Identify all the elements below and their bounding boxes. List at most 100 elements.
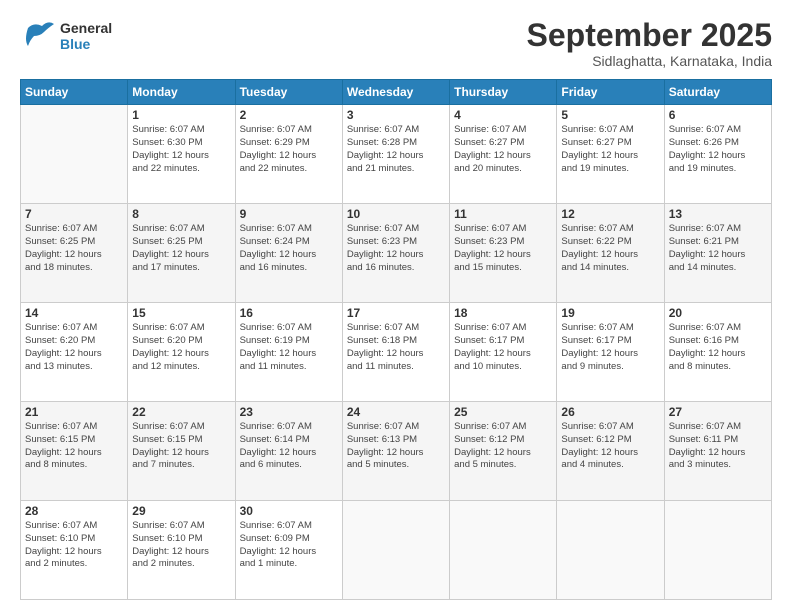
day-number: 25	[454, 405, 552, 419]
day-number: 13	[669, 207, 767, 221]
calendar-cell: 19 Sunrise: 6:07 AM Sunset: 6:17 PM Dayli…	[557, 303, 664, 402]
day-number: 17	[347, 306, 445, 320]
day-info: Sunrise: 6:07 AM Sunset: 6:16 PM Dayligh…	[669, 322, 767, 373]
day-number: 19	[561, 306, 659, 320]
weekday-header-tuesday: Tuesday	[235, 80, 342, 105]
day-number: 2	[240, 108, 338, 122]
day-number: 23	[240, 405, 338, 419]
calendar-cell: 8Sunrise: 6:07 AM Sunset: 6:25 PM Daylig…	[128, 204, 235, 303]
calendar-cell: 17 Sunrise: 6:07 AM Sunset: 6:18 PM Dayli…	[342, 303, 449, 402]
calendar-cell: 18 Sunrise: 6:07 AM Sunset: 6:17 PM Dayli…	[450, 303, 557, 402]
day-number: 22	[132, 405, 230, 419]
day-info: Sunrise: 6:07 AM Sunset: 6:23 PM Dayligh…	[347, 223, 445, 274]
day-info: Sunrise: 6:07 AM Sunset: 6:17 PM Dayligh…	[454, 322, 552, 373]
calendar-cell: 16 Sunrise: 6:07 AM Sunset: 6:19 PM Dayli…	[235, 303, 342, 402]
calendar-cell: 30Sunrise: 6:07 AM Sunset: 6:09 PM Dayli…	[235, 501, 342, 600]
calendar-cell: 21 Sunrise: 6:07 AM Sunset: 6:15 PM Dayli…	[21, 402, 128, 501]
day-info: Sunrise: 6:07 AM Sunset: 6:15 PM Dayligh…	[132, 421, 230, 472]
day-info: Sunrise: 6:07 AM Sunset: 6:24 PM Dayligh…	[240, 223, 338, 274]
day-info: Sunrise: 6:07 AM Sunset: 6:27 PM Dayligh…	[454, 124, 552, 175]
day-number: 27	[669, 405, 767, 419]
calendar-cell: 6Sunrise: 6:07 AM Sunset: 6:26 PM Daylig…	[664, 105, 771, 204]
weekday-header-saturday: Saturday	[664, 80, 771, 105]
day-number: 11	[454, 207, 552, 221]
day-number: 24	[347, 405, 445, 419]
calendar-cell: 15Sunrise: 6:07 AM Sunset: 6:20 PM Dayli…	[128, 303, 235, 402]
day-number: 3	[347, 108, 445, 122]
day-info: Sunrise: 6:07 AM Sunset: 6:25 PM Dayligh…	[25, 223, 123, 274]
day-info: Sunrise: 6:07 AM Sunset: 6:22 PM Dayligh…	[561, 223, 659, 274]
calendar-cell: 20 Sunrise: 6:07 AM Sunset: 6:16 PM Dayli…	[664, 303, 771, 402]
day-number: 10	[347, 207, 445, 221]
header: GeneralBlue September 2025 Sidlaghatta, …	[20, 18, 772, 69]
calendar-cell: 7 Sunrise: 6:07 AM Sunset: 6:25 PM Daylig…	[21, 204, 128, 303]
calendar-cell: 2 Sunrise: 6:07 AM Sunset: 6:29 PM Daylig…	[235, 105, 342, 204]
weekday-header-sunday: Sunday	[21, 80, 128, 105]
day-info: Sunrise: 6:07 AM Sunset: 6:30 PM Dayligh…	[132, 124, 230, 175]
calendar-cell: 9 Sunrise: 6:07 AM Sunset: 6:24 PM Daylig…	[235, 204, 342, 303]
logo-svg	[20, 18, 56, 54]
day-info: Sunrise: 6:07 AM Sunset: 6:20 PM Dayligh…	[132, 322, 230, 373]
calendar-cell: 24 Sunrise: 6:07 AM Sunset: 6:13 PM Dayli…	[342, 402, 449, 501]
calendar-cell	[557, 501, 664, 600]
calendar-cell: 23 Sunrise: 6:07 AM Sunset: 6:14 PM Dayli…	[235, 402, 342, 501]
weekday-header-monday: Monday	[128, 80, 235, 105]
day-number: 12	[561, 207, 659, 221]
day-info: Sunrise: 6:07 AM Sunset: 6:10 PM Dayligh…	[132, 520, 230, 571]
day-info: Sunrise: 6:07 AM Sunset: 6:21 PM Dayligh…	[669, 223, 767, 274]
calendar-cell	[21, 105, 128, 204]
calendar-cell: 13 Sunrise: 6:07 AM Sunset: 6:21 PM Dayli…	[664, 204, 771, 303]
page: GeneralBlue September 2025 Sidlaghatta, …	[0, 0, 792, 612]
location: Sidlaghatta, Karnataka, India	[527, 53, 772, 69]
calendar-cell: 11 Sunrise: 6:07 AM Sunset: 6:23 PM Dayli…	[450, 204, 557, 303]
day-number: 4	[454, 108, 552, 122]
day-number: 16	[240, 306, 338, 320]
calendar-cell: 28Sunrise: 6:07 AM Sunset: 6:10 PM Dayli…	[21, 501, 128, 600]
day-info: Sunrise: 6:07 AM Sunset: 6:17 PM Dayligh…	[561, 322, 659, 373]
day-info: Sunrise: 6:07 AM Sunset: 6:25 PM Dayligh…	[132, 223, 230, 274]
day-number: 14	[25, 306, 123, 320]
day-info: Sunrise: 6:07 AM Sunset: 6:10 PM Dayligh…	[25, 520, 123, 571]
day-info: Sunrise: 6:07 AM Sunset: 6:26 PM Dayligh…	[669, 124, 767, 175]
logo-general: General	[60, 20, 112, 36]
day-info: Sunrise: 6:07 AM Sunset: 6:28 PM Dayligh…	[347, 124, 445, 175]
calendar-cell: 3 Sunrise: 6:07 AM Sunset: 6:28 PM Daylig…	[342, 105, 449, 204]
calendar-cell: 12 Sunrise: 6:07 AM Sunset: 6:22 PM Dayli…	[557, 204, 664, 303]
day-number: 29	[132, 504, 230, 518]
weekday-header-friday: Friday	[557, 80, 664, 105]
calendar-cell	[450, 501, 557, 600]
day-number: 1	[132, 108, 230, 122]
day-info: Sunrise: 6:07 AM Sunset: 6:15 PM Dayligh…	[25, 421, 123, 472]
day-number: 5	[561, 108, 659, 122]
day-info: Sunrise: 6:07 AM Sunset: 6:12 PM Dayligh…	[561, 421, 659, 472]
day-info: Sunrise: 6:07 AM Sunset: 6:18 PM Dayligh…	[347, 322, 445, 373]
calendar-week-row: 21 Sunrise: 6:07 AM Sunset: 6:15 PM Dayli…	[21, 402, 772, 501]
weekday-header-row: SundayMondayTuesdayWednesdayThursdayFrid…	[21, 80, 772, 105]
day-number: 26	[561, 405, 659, 419]
calendar-cell: 25 Sunrise: 6:07 AM Sunset: 6:12 PM Dayli…	[450, 402, 557, 501]
day-info: Sunrise: 6:07 AM Sunset: 6:14 PM Dayligh…	[240, 421, 338, 472]
calendar-week-row: 7 Sunrise: 6:07 AM Sunset: 6:25 PM Daylig…	[21, 204, 772, 303]
day-info: Sunrise: 6:07 AM Sunset: 6:20 PM Dayligh…	[25, 322, 123, 373]
title-block: September 2025 Sidlaghatta, Karnataka, I…	[527, 18, 772, 69]
calendar-cell: 29 Sunrise: 6:07 AM Sunset: 6:10 PM Dayli…	[128, 501, 235, 600]
weekday-header-wednesday: Wednesday	[342, 80, 449, 105]
day-info: Sunrise: 6:07 AM Sunset: 6:29 PM Dayligh…	[240, 124, 338, 175]
day-number: 9	[240, 207, 338, 221]
day-number: 21	[25, 405, 123, 419]
day-info: Sunrise: 6:07 AM Sunset: 6:12 PM Dayligh…	[454, 421, 552, 472]
day-number: 20	[669, 306, 767, 320]
day-info: Sunrise: 6:07 AM Sunset: 6:13 PM Dayligh…	[347, 421, 445, 472]
calendar-cell: 10 Sunrise: 6:07 AM Sunset: 6:23 PM Dayli…	[342, 204, 449, 303]
logo-blue: Blue	[60, 36, 112, 52]
day-info: Sunrise: 6:07 AM Sunset: 6:09 PM Dayligh…	[240, 520, 338, 571]
day-info: Sunrise: 6:07 AM Sunset: 6:19 PM Dayligh…	[240, 322, 338, 373]
day-number: 7	[25, 207, 123, 221]
calendar-table: SundayMondayTuesdayWednesdayThursdayFrid…	[20, 79, 772, 600]
day-number: 18	[454, 306, 552, 320]
day-info: Sunrise: 6:07 AM Sunset: 6:23 PM Dayligh…	[454, 223, 552, 274]
calendar-cell: 22 Sunrise: 6:07 AM Sunset: 6:15 PM Dayli…	[128, 402, 235, 501]
weekday-header-thursday: Thursday	[450, 80, 557, 105]
calendar-week-row: 14 Sunrise: 6:07 AM Sunset: 6:20 PM Dayli…	[21, 303, 772, 402]
calendar-cell: 27Sunrise: 6:07 AM Sunset: 6:11 PM Dayli…	[664, 402, 771, 501]
